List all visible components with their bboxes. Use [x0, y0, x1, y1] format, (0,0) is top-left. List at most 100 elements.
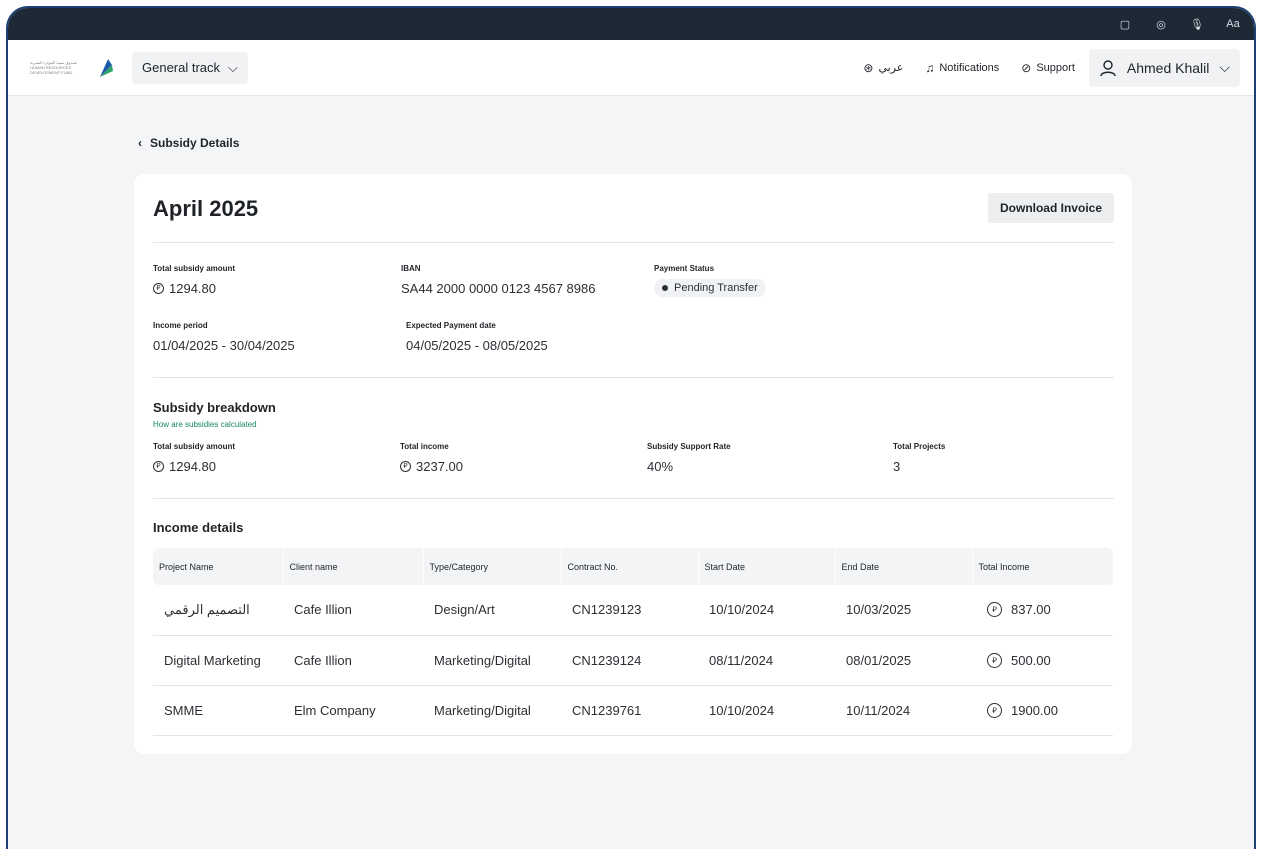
income-value: 837.00 [1011, 602, 1051, 618]
breakdown-subsidy-value: 1294.80 [169, 459, 216, 474]
system-bar: ▢ ◎ 🎙︎ Aa [8, 8, 1254, 40]
income-value: 500.00 [1011, 652, 1051, 668]
microphone-icon[interactable]: 🎙︎ [1190, 18, 1204, 31]
contract-cell: CN1239124 [561, 635, 698, 686]
divider [153, 498, 1114, 499]
column-header[interactable]: Start Date [698, 548, 836, 585]
language-label: عربي [878, 62, 904, 74]
column-header[interactable]: Total Income [972, 548, 1113, 585]
field-label: Payment Status [654, 264, 715, 273]
top-navigation: صندوق تنمية الموارد البشرية HUMAN RESOUR… [8, 40, 1254, 96]
main-content: ‹ Subsidy Details April 2025 Download In… [8, 96, 1254, 849]
chevron-down-icon: ⌵ [1219, 59, 1230, 75]
download-invoice-button[interactable]: Download Invoice [987, 193, 1114, 223]
text-size-icon[interactable]: Aa [1226, 18, 1240, 30]
end-date-cell: 08/01/2025 [835, 635, 972, 686]
notifications-link[interactable]: ♫ Notifications [925, 61, 999, 75]
table-row[interactable]: Digital Marketing Cafe Illion Marketing/… [153, 635, 1113, 686]
end-date-cell: 10/11/2024 [835, 685, 972, 736]
income-period-value: 01/04/2025 - 30/04/2025 [153, 338, 295, 353]
riyal-icon: ⃁ [153, 461, 164, 472]
project-name-cell: Digital Marketing [153, 635, 283, 686]
support-link[interactable]: ⊘ Support [1021, 61, 1075, 75]
subsidy-card: April 2025 Download Invoice Total subsid… [134, 174, 1132, 754]
table-row[interactable]: SMME Elm Company Marketing/Digital CN123… [153, 685, 1113, 736]
field-value: ⃁ 1294.80 [153, 281, 235, 296]
user-menu[interactable]: Ahmed Khalil ⌵ [1088, 48, 1240, 87]
riyal-icon: ⃁ [987, 602, 1002, 618]
breakdown-subsidy-field: Total subsidy amount ⃁ 1294.80 [153, 442, 235, 474]
iban-value: SA44 2000 0000 0123 4567 8986 [401, 281, 596, 296]
riyal-icon: ⃁ [987, 702, 1002, 718]
table-header-row: Project Name Client name Type/Category C… [153, 548, 1113, 585]
expected-payment-field: Expected Payment date 04/05/2025 - 08/05… [406, 321, 548, 353]
support-rate-value: 40% [647, 459, 674, 474]
divider [153, 377, 1114, 378]
column-header[interactable]: Client name [283, 548, 424, 585]
breakdown-title: Subsidy breakdown [153, 400, 276, 415]
income-details-title: Income details [153, 520, 244, 535]
start-date-cell: 10/10/2024 [698, 685, 835, 736]
column-header[interactable]: Contract No. [561, 548, 699, 585]
language-switch[interactable]: ⊛ عربي [863, 61, 903, 75]
client-name-cell: Cafe Illion [283, 585, 423, 636]
total-income-value: 3237.00 [416, 459, 463, 474]
chevron-down-icon: ⌵ [228, 59, 238, 75]
user-icon [1100, 59, 1116, 76]
page-title: April 2025 [153, 196, 259, 221]
column-header[interactable]: Project Name [153, 548, 284, 585]
badge: Pending Transfer [654, 279, 766, 297]
expected-payment-value: 04/05/2025 - 08/05/2025 [406, 338, 548, 353]
field-value: ⃁ 1294.80 [153, 459, 235, 474]
clipboard-icon[interactable]: ▢ [1118, 18, 1132, 31]
contract-cell: CN1239123 [561, 585, 698, 636]
translate-icon: ⊛ [863, 60, 874, 75]
table-row[interactable]: التصميم الرقمي Cafe Illion Design/Art CN… [153, 585, 1113, 636]
support-icon: ⊘ [1021, 60, 1032, 75]
field-label: Subsidy Support Rate [647, 442, 731, 451]
total-projects-field: Total Projects 3 [893, 442, 945, 474]
total-income-field: Total income ⃁ 3237.00 [400, 442, 463, 474]
total-income-cell: ⃁ 500.00 [972, 635, 1113, 686]
project-name-cell: SMME [153, 685, 283, 736]
iban-field: IBAN SA44 2000 0000 0123 4567 8986 [401, 264, 595, 296]
column-header[interactable]: End Date [835, 548, 973, 585]
riyal-icon: ⃁ [400, 461, 411, 472]
logo-text: صندوق تنمية الموارد البشرية HUMAN RESOUR… [30, 60, 78, 75]
income-table: Project Name Client name Type/Category C… [153, 548, 1113, 736]
logo-mark-icon [100, 58, 113, 77]
track-selector[interactable]: General track ⌵ [132, 51, 248, 84]
total-income-cell: ⃁ 837.00 [972, 585, 1113, 636]
field-label: Total subsidy amount [153, 442, 236, 451]
start-date-cell: 10/10/2024 [698, 585, 835, 636]
income-value: 1900.00 [1011, 702, 1058, 718]
income-period-field: Income period 01/04/2025 - 30/04/2025 [153, 321, 295, 353]
hrdf-logo[interactable]: صندوق تنمية الموارد البشرية HUMAN RESOUR… [30, 57, 126, 79]
field-label: Expected Payment date [406, 321, 496, 330]
total-income-cell: ⃁ 1900.00 [972, 685, 1113, 736]
support-rate-field: Subsidy Support Rate 40% [647, 442, 731, 474]
back-link[interactable]: ‹ Subsidy Details [138, 136, 239, 150]
user-name: Ahmed Khalil [1126, 59, 1210, 76]
chevron-left-icon: ‹ [138, 136, 142, 150]
total-subsidy-field: Total subsidy amount ⃁ 1294.80 [153, 264, 235, 296]
bell-icon: ♫ [925, 60, 935, 75]
project-name-cell: التصميم الرقمي [153, 585, 283, 636]
field-label: IBAN [401, 264, 421, 273]
client-name-cell: Elm Company [283, 685, 423, 736]
type-cell: Marketing/Digital [423, 685, 561, 736]
back-label: Subsidy Details [150, 136, 240, 150]
riyal-icon: ⃁ [153, 283, 164, 294]
payment-status-field: Payment Status Pending Transfer [654, 264, 766, 297]
field-label: Total subsidy amount [153, 264, 236, 273]
type-cell: Design/Art [423, 585, 561, 636]
end-date-cell: 10/03/2025 [835, 585, 972, 636]
field-label: Total income [400, 442, 449, 451]
contract-cell: CN1239761 [561, 685, 698, 736]
field-label: Income period [153, 321, 208, 330]
riyal-icon: ⃁ [987, 652, 1002, 668]
eye-icon[interactable]: ◎ [1154, 18, 1168, 31]
column-header[interactable]: Type/Category [423, 548, 562, 585]
calculation-link[interactable]: How are subsidies calculated [153, 420, 257, 429]
client-name-cell: Cafe Illion [283, 635, 423, 686]
